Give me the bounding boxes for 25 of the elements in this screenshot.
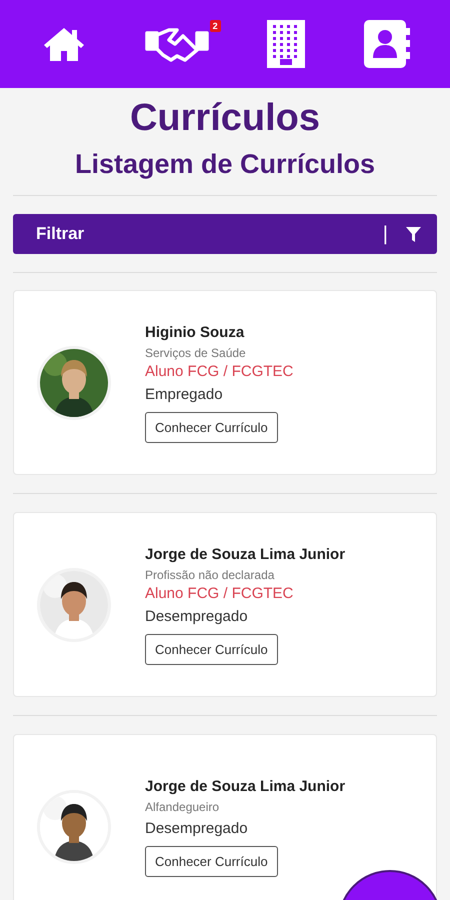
contact-book-icon [364, 20, 410, 68]
filter-bar[interactable]: Filtrar | [13, 214, 437, 254]
separator-text: | [382, 222, 388, 246]
candidate-name: Jorge de Souza Lima Junior [145, 545, 346, 565]
filter-icon [406, 226, 421, 242]
notification-badge: 2 [210, 20, 221, 32]
page-title: Currículos [128, 96, 322, 141]
affiliation-text: Aluno FCG / FCGTEC [145, 362, 294, 382]
profession-text: Serviços de Saúde [145, 345, 246, 362]
view-resume-button[interactable]: Conhecer Currículo [145, 412, 278, 443]
filter-label: Filtrar [36, 224, 86, 244]
building-icon [267, 20, 306, 68]
profession-text: Profissão não declarada [145, 567, 274, 584]
profession-text: Alfandegueiro [145, 799, 220, 816]
view-resume-button[interactable]: Conhecer Currículo [145, 634, 278, 665]
home-icon [42, 25, 86, 63]
candidate-name: Jorge de Souza Lima Junior [145, 777, 346, 797]
candidate-name: Higinio Souza [145, 323, 244, 343]
employment-status: Desempregado [145, 607, 248, 627]
employment-status: Empregado [145, 385, 223, 405]
page-subtitle: Listagem de Currículos [74, 148, 376, 181]
employment-status: Desempregado [145, 819, 248, 839]
view-resume-button[interactable]: Conhecer Currículo [145, 846, 278, 877]
nav-button[interactable]: 2 [132, 14, 221, 74]
affiliation-text: Aluno FCG / FCGTEC [145, 584, 294, 604]
